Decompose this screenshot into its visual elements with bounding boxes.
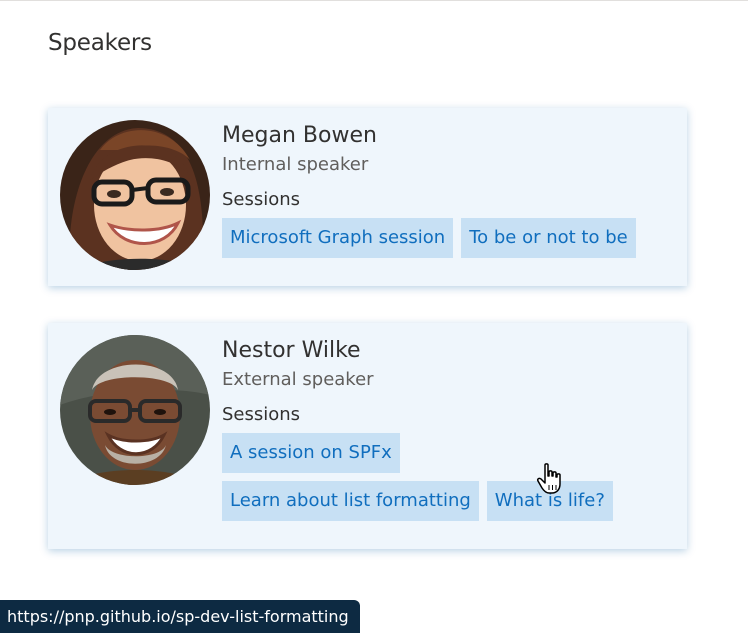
session-chip[interactable]: Learn about list formatting	[222, 481, 479, 521]
speaker-photo	[60, 120, 210, 270]
session-list: Microsoft Graph session To be or not to …	[222, 218, 662, 266]
speaker-card: Nestor Wilke External speaker Sessions A…	[48, 323, 687, 549]
speaker-role: External speaker	[222, 369, 374, 390]
link-status-bar: https://pnp.github.io/sp-dev-list-format…	[0, 600, 360, 633]
speaker-card: Megan Bowen Internal speaker Sessions Mi…	[48, 108, 687, 286]
top-divider	[0, 0, 748, 1]
speaker-role: Internal speaker	[222, 154, 369, 175]
session-chip[interactable]: A session on SPFx	[222, 433, 400, 473]
speaker-photo	[60, 335, 210, 485]
sessions-label: Sessions	[222, 404, 301, 425]
session-list: A session on SPFx Learn about list forma…	[222, 433, 662, 529]
hand-pointer-icon	[536, 463, 564, 499]
session-chip[interactable]: Microsoft Graph session	[222, 218, 454, 258]
sessions-label: Sessions	[222, 189, 301, 210]
speaker-name: Nestor Wilke	[222, 338, 361, 363]
avatar-nestor-image	[60, 335, 210, 485]
session-chip[interactable]: To be or not to be	[461, 218, 636, 258]
speaker-name: Megan Bowen	[222, 123, 377, 148]
avatar-megan-image	[60, 120, 210, 270]
page-title: Speakers	[48, 30, 152, 56]
